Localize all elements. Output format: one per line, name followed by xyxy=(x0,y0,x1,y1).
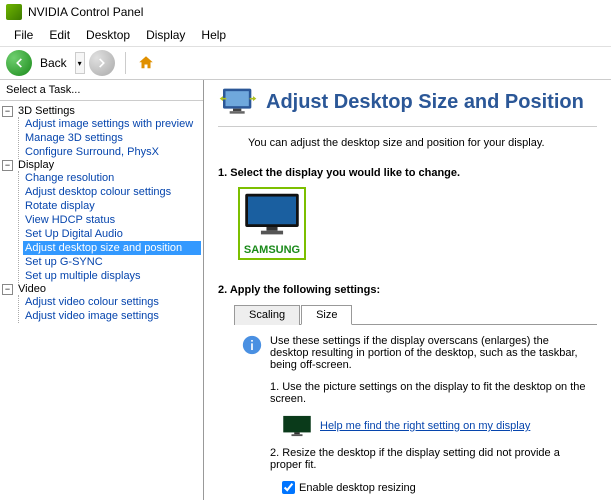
tab-size[interactable]: Size xyxy=(301,305,352,325)
tab-scaling[interactable]: Scaling xyxy=(234,305,300,325)
menu-help[interactable]: Help xyxy=(193,26,234,44)
step1-title: 1. Select the display you would like to … xyxy=(218,167,597,179)
tree-group-label[interactable]: 3D Settings xyxy=(16,104,77,118)
tree-item-gsync[interactable]: Set up G-SYNC xyxy=(23,255,201,269)
monitor-icon xyxy=(242,191,302,239)
enable-desktop-resizing-checkbox[interactable] xyxy=(282,481,295,494)
menu-display[interactable]: Display xyxy=(138,26,193,44)
tree-group-video: −Video Adjust video colour settings Adju… xyxy=(2,283,201,323)
tree-item-digital-audio[interactable]: Set Up Digital Audio xyxy=(23,227,201,241)
step2-title: 2. Apply the following settings: xyxy=(218,284,597,296)
menu-file[interactable]: File xyxy=(6,26,41,44)
mini-monitor-icon xyxy=(282,415,312,437)
info-text: Use these settings if the display oversc… xyxy=(270,335,589,371)
app-title: NVIDIA Control Panel xyxy=(28,5,143,19)
tree-item-desktop-colour[interactable]: Adjust desktop colour settings xyxy=(23,185,201,199)
tree-item-rotate-display[interactable]: Rotate display xyxy=(23,199,201,213)
titlebar: NVIDIA Control Panel xyxy=(0,0,611,24)
display-name: SAMSUNG xyxy=(242,244,302,256)
home-button[interactable] xyxy=(136,53,156,73)
nvidia-icon xyxy=(6,4,22,20)
task-tree: −3D Settings Adjust image settings with … xyxy=(0,101,203,500)
forward-button[interactable] xyxy=(89,50,115,76)
toolbar: Back ▾ xyxy=(0,47,611,80)
back-history-dropdown[interactable]: ▾ xyxy=(75,52,85,74)
content-pane: Adjust Desktop Size and Position You can… xyxy=(204,80,611,500)
tree-group-label[interactable]: Video xyxy=(16,282,48,296)
tree-item-change-resolution[interactable]: Change resolution xyxy=(23,171,201,185)
menu-desktop[interactable]: Desktop xyxy=(78,26,138,44)
tree-item-video-image[interactable]: Adjust video image settings xyxy=(23,309,201,323)
tree-item-surround-physx[interactable]: Configure Surround, PhysX xyxy=(23,145,201,159)
toolbar-separator xyxy=(125,52,126,74)
menubar: File Edit Desktop Display Help xyxy=(0,24,611,47)
collapse-icon[interactable]: − xyxy=(2,160,13,171)
monitor-position-icon xyxy=(218,86,258,118)
tree-group-display: −Display Change resolution Adjust deskto… xyxy=(2,159,201,283)
tree-item-manage-3d[interactable]: Manage 3D settings xyxy=(23,131,201,145)
tree-item-adjust-desktop-size[interactable]: Adjust desktop size and position xyxy=(23,241,201,255)
settings-tabs: Scaling Size Use these settings if the d… xyxy=(234,304,597,500)
sub2-label: 2. Resize the desktop if the display set… xyxy=(270,447,589,471)
tree-item-multiple-displays[interactable]: Set up multiple displays xyxy=(23,269,201,283)
help-find-setting-link[interactable]: Help me find the right setting on my dis… xyxy=(320,420,530,432)
sidebar-header: Select a Task... xyxy=(0,80,203,101)
tree-group-label[interactable]: Display xyxy=(16,158,56,172)
display-selector[interactable]: SAMSUNG xyxy=(238,187,306,260)
page-title: Adjust Desktop Size and Position xyxy=(266,91,584,114)
tree-item-video-colour[interactable]: Adjust video colour settings xyxy=(23,295,201,309)
info-icon xyxy=(242,335,262,355)
sub1-label: 1. Use the picture settings on the displ… xyxy=(270,381,589,405)
page-header: Adjust Desktop Size and Position xyxy=(218,86,597,127)
enable-desktop-resizing-label: Enable desktop resizing xyxy=(299,482,416,494)
tree-group-3d-settings: −3D Settings Adjust image settings with … xyxy=(2,105,201,159)
tree-item-hdcp-status[interactable]: View HDCP status xyxy=(23,213,201,227)
collapse-icon[interactable]: − xyxy=(2,106,13,117)
menu-edit[interactable]: Edit xyxy=(41,26,78,44)
collapse-icon[interactable]: − xyxy=(2,284,13,295)
page-description: You can adjust the desktop size and posi… xyxy=(248,137,597,149)
back-label: Back xyxy=(40,56,67,70)
sidebar: Select a Task... −3D Settings Adjust ima… xyxy=(0,80,204,500)
tree-item-adjust-image-preview[interactable]: Adjust image settings with preview xyxy=(23,117,201,131)
back-button[interactable] xyxy=(6,50,32,76)
tab-size-panel: Use these settings if the display oversc… xyxy=(234,325,597,500)
